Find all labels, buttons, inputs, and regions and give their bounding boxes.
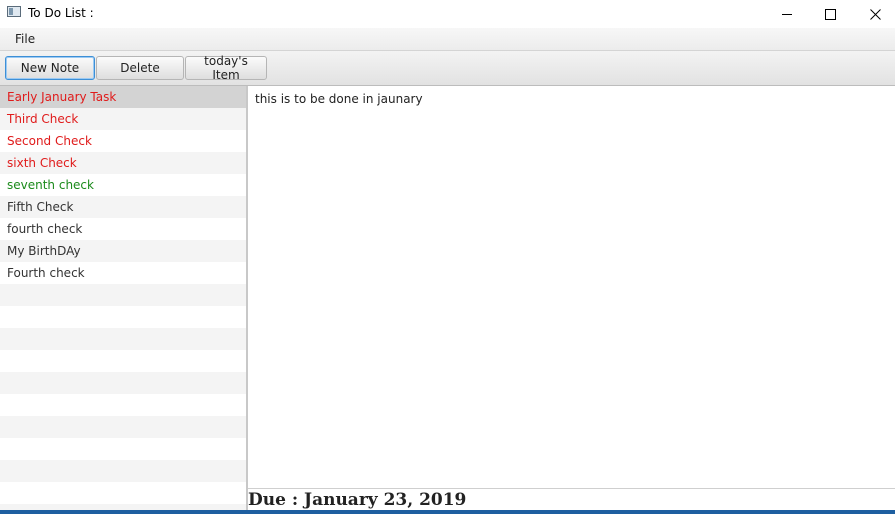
detail-text-area[interactable]: this is to be done in jaunary bbox=[248, 86, 895, 488]
list-item[interactable]: Third Check bbox=[0, 108, 246, 130]
menu-bar: File bbox=[0, 28, 895, 51]
empty-list-row bbox=[0, 372, 246, 394]
delete-button[interactable]: Delete bbox=[96, 56, 184, 80]
empty-list-row bbox=[0, 328, 246, 350]
new-note-button[interactable]: New Note bbox=[5, 56, 95, 80]
title-bar: To Do List : bbox=[0, 0, 895, 28]
empty-list-row bbox=[0, 482, 246, 504]
empty-list-row bbox=[0, 438, 246, 460]
empty-list-row bbox=[0, 306, 246, 328]
maximize-icon bbox=[824, 8, 836, 20]
list-item[interactable]: My BirthDAy bbox=[0, 240, 246, 262]
detail-text: this is to be done in jaunary bbox=[255, 92, 423, 106]
list-item[interactable]: fourth check bbox=[0, 218, 246, 240]
window-bottom-border bbox=[0, 510, 895, 514]
app-icon bbox=[7, 6, 21, 17]
due-date-label: Due : January 23, 2019 bbox=[248, 490, 467, 510]
list-item[interactable]: Fourth check bbox=[0, 262, 246, 284]
minimize-icon bbox=[782, 13, 792, 15]
empty-list-row bbox=[0, 350, 246, 372]
list-item[interactable]: Early January Task bbox=[0, 86, 246, 108]
empty-list-row bbox=[0, 284, 246, 306]
todays-item-button[interactable]: today's Item bbox=[185, 54, 267, 82]
list-item[interactable]: sixth Check bbox=[0, 152, 246, 174]
toolbar: New Note Delete today's Item bbox=[0, 51, 895, 86]
list-item[interactable]: Second Check bbox=[0, 130, 246, 152]
minimize-button[interactable] bbox=[764, 0, 810, 28]
close-icon bbox=[869, 8, 881, 20]
list-item[interactable]: Fifth Check bbox=[0, 196, 246, 218]
close-button[interactable] bbox=[852, 0, 895, 28]
window-title: To Do List : bbox=[28, 6, 94, 17]
list-item[interactable]: seventh check bbox=[0, 174, 246, 196]
empty-list-row bbox=[0, 416, 246, 438]
maximize-button[interactable] bbox=[807, 0, 853, 28]
empty-list-row bbox=[0, 460, 246, 482]
todo-list[interactable]: Early January Task Third Check Second Chec… bbox=[0, 86, 246, 510]
menu-file[interactable]: File bbox=[15, 32, 35, 46]
empty-list-row bbox=[0, 394, 246, 416]
